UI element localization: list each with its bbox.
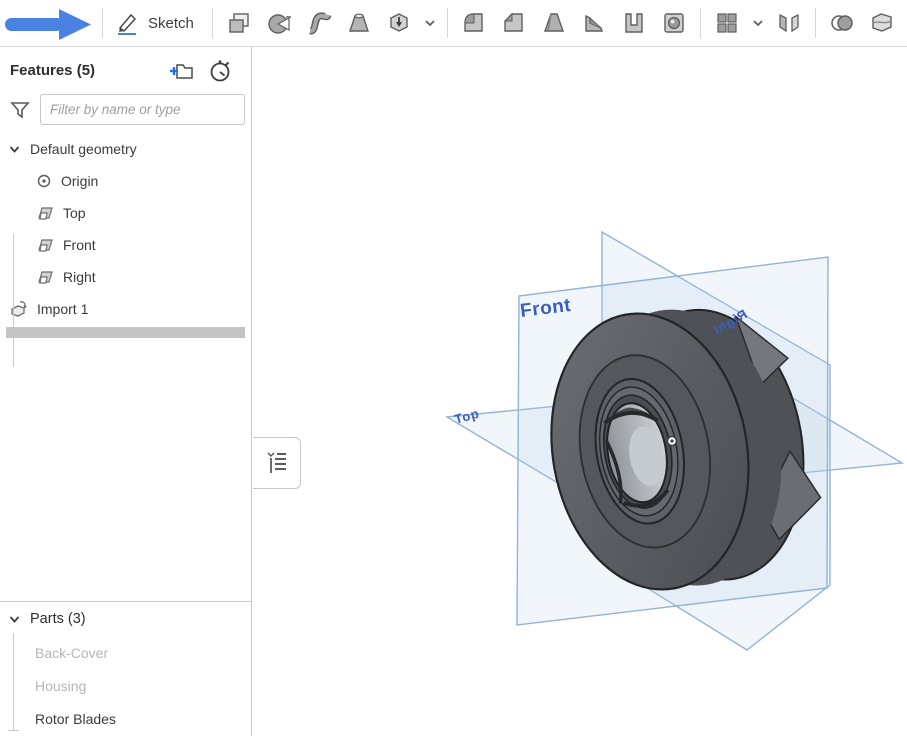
- sketch-button[interactable]: Sketch: [109, 3, 206, 43]
- rollback-bar[interactable]: [6, 327, 245, 338]
- parts-list: Parts (3) Back-Cover Housing Rotor Blade…: [0, 601, 251, 735]
- origin-icon: [36, 173, 52, 189]
- rib-icon: [581, 10, 607, 36]
- node-label: Import 1: [37, 301, 88, 317]
- sweep-button[interactable]: [299, 3, 339, 43]
- revolve-button[interactable]: [259, 3, 299, 43]
- part-label: Rotor Blades: [35, 711, 116, 727]
- draft-button[interactable]: [534, 3, 574, 43]
- fillet-button[interactable]: [454, 3, 494, 43]
- node-label: Front: [63, 237, 96, 253]
- chevron-down-icon: [8, 143, 21, 156]
- shell-button[interactable]: [614, 3, 654, 43]
- revolve-icon: [266, 10, 292, 36]
- chamfer-button[interactable]: [494, 3, 534, 43]
- tree-node-top-plane[interactable]: Top: [0, 197, 251, 229]
- feature-toolbar: Sketch: [0, 0, 907, 47]
- part-row-rotor-blades[interactable]: Rotor Blades: [0, 702, 251, 735]
- split-icon: [869, 10, 895, 36]
- plane-icon: [36, 205, 54, 221]
- extrude-button[interactable]: [219, 3, 259, 43]
- loft-icon: [346, 10, 372, 36]
- tree-guide-line: [13, 234, 14, 367]
- features-title: Features (5): [10, 62, 154, 79]
- new-folder-icon: [168, 60, 194, 82]
- toolbar-divider: [700, 8, 701, 38]
- import-button[interactable]: [379, 3, 419, 43]
- split-button[interactable]: [862, 3, 902, 43]
- toolbar-divider: [447, 8, 448, 38]
- toolbar-divider: [212, 8, 213, 38]
- extrude-icon: [226, 10, 252, 36]
- plane-icon: [36, 269, 54, 285]
- boolean-button[interactable]: [822, 3, 862, 43]
- annotation-arrow: [0, 5, 96, 41]
- part-label: Back-Cover: [35, 645, 108, 661]
- linear-pattern-icon: [714, 10, 740, 36]
- import-feature-icon: [8, 299, 28, 319]
- node-label: Default geometry: [30, 141, 137, 157]
- tree-node-origin[interactable]: Origin: [0, 165, 251, 197]
- stopwatch-icon: [208, 58, 233, 83]
- node-label: Right: [63, 269, 96, 285]
- sweep-icon: [306, 10, 332, 36]
- node-label: Top: [63, 205, 86, 221]
- sketch-label: Sketch: [148, 15, 194, 32]
- feature-list-panel: Features (5): [0, 47, 252, 736]
- draft-icon: [541, 10, 567, 36]
- toolbar-divider: [102, 8, 103, 38]
- feature-list-toggle-tab[interactable]: [253, 437, 301, 489]
- fillet-icon: [461, 10, 487, 36]
- chevron-down-icon: [751, 16, 765, 30]
- plane-icon: [36, 237, 54, 253]
- sketch-pencil-icon: [115, 10, 141, 36]
- part-row-back-cover[interactable]: Back-Cover: [0, 636, 251, 669]
- mirror-icon: [776, 10, 802, 36]
- part-label: Housing: [35, 678, 86, 694]
- origin-vertex-dot: [670, 439, 673, 442]
- rib-button[interactable]: [574, 3, 614, 43]
- feature-filter-input[interactable]: [40, 94, 245, 125]
- chamfer-icon: [501, 10, 527, 36]
- parts-header[interactable]: Parts (3): [0, 602, 251, 636]
- chevron-down-icon: [423, 16, 437, 30]
- boss-dropdown-chevron[interactable]: [419, 3, 441, 43]
- pattern-dropdown-chevron[interactable]: [747, 3, 769, 43]
- import-cube-icon: [386, 10, 412, 36]
- filter-funnel-icon: [9, 99, 31, 121]
- toolbar-divider: [815, 8, 816, 38]
- chevron-down-icon: [8, 613, 21, 626]
- new-folder-button[interactable]: [168, 60, 194, 82]
- node-label: Origin: [61, 173, 98, 189]
- linear-pattern-button[interactable]: [707, 3, 747, 43]
- hole-icon: [661, 10, 687, 36]
- feature-tree: Default geometry Origin Top Front: [0, 129, 251, 325]
- rollback-history-button[interactable]: [208, 58, 233, 83]
- parts-title: Parts (3): [30, 611, 86, 627]
- boolean-icon: [829, 10, 855, 36]
- hole-button[interactable]: [654, 3, 694, 43]
- tree-node-front-plane[interactable]: Front: [0, 229, 251, 261]
- tree-node-import-1[interactable]: Import 1: [0, 293, 251, 325]
- part-row-housing[interactable]: Housing: [0, 669, 251, 702]
- parts-guide-line: [13, 633, 14, 730]
- tree-node-right-plane[interactable]: Right: [0, 261, 251, 293]
- tree-node-default-geometry[interactable]: Default geometry: [0, 133, 251, 165]
- mirror-button[interactable]: [769, 3, 809, 43]
- shell-icon: [621, 10, 647, 36]
- loft-button[interactable]: [339, 3, 379, 43]
- structure-list-icon: [263, 449, 291, 477]
- parts-guide-tick: [8, 730, 19, 731]
